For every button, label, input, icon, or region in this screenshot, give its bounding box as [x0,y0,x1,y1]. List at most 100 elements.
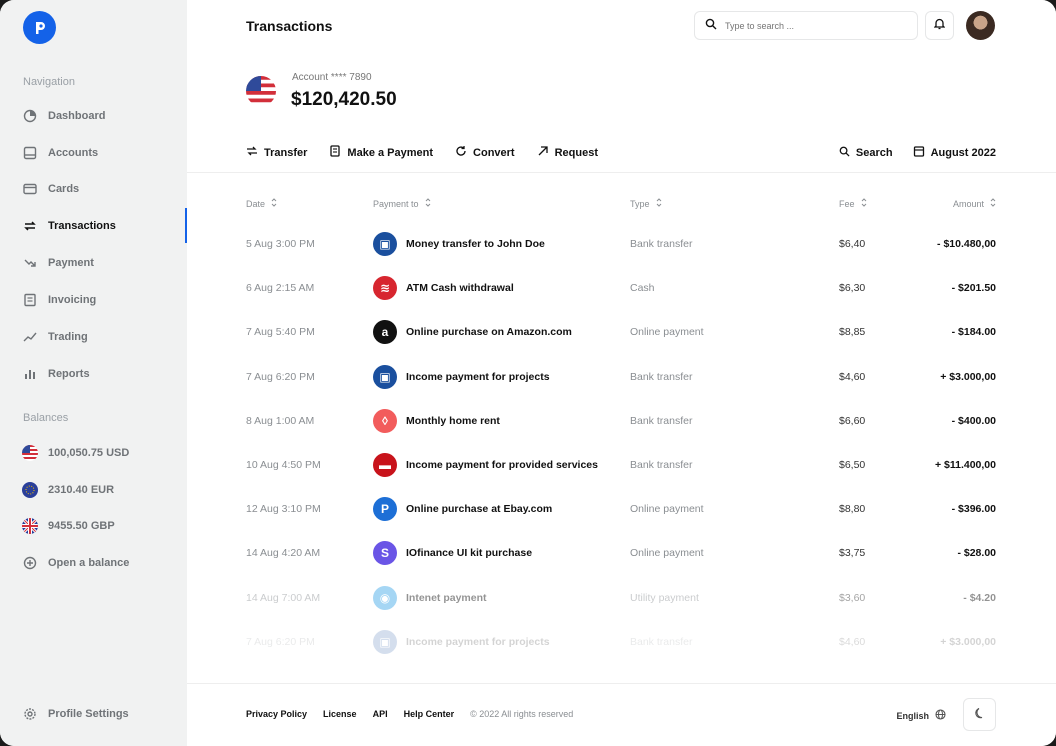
table-row[interactable]: 6 Aug 2:15 AM ≋ ATM Cash withdrawal Cash… [246,266,996,310]
row-payment-to: ≋ ATM Cash withdrawal [373,266,514,310]
row-fee: $4,60 [839,635,866,648]
balances-title: Balances [23,412,69,424]
payment-arrow-icon [22,255,38,271]
trading-chart-icon [22,329,38,345]
row-date: 8 Aug 1:00 AM [246,414,315,427]
row-type: Cash [630,282,655,295]
row-payee: IOfinance UI kit purchase [406,547,533,560]
table-search-button[interactable]: Search [839,145,893,160]
row-type: Bank transfer [630,635,693,648]
balance-usd[interactable]: 100,050.75 USD [22,443,129,463]
row-fee: $6,30 [839,282,866,295]
row-type: Online payment [630,326,704,339]
sidebar-item-invoicing[interactable]: Invoicing [22,290,96,310]
row-fee: $4,60 [839,370,866,383]
open-balance-button[interactable]: Open a balance [22,553,129,573]
make-payment-label: Make a Payment [347,146,434,159]
sidebar-item-trading[interactable]: Trading [22,327,88,347]
row-type: Bank transfer [630,414,693,427]
row-type: Utility payment [630,591,699,604]
bofa-icon: ≋ [373,276,397,301]
privacy-link[interactable]: Privacy Policy [246,709,307,719]
month-picker[interactable]: August 2022 [913,145,996,160]
sort-icon [271,198,277,209]
balance-label: 100,050.75 USD [48,447,130,459]
transfer-label: Transfer [264,146,308,159]
sidebar-item-accounts[interactable]: Accounts [22,143,98,163]
balance-eur[interactable]: 2310.40 EUR [22,480,114,500]
make-payment-button[interactable]: Make a Payment [329,145,433,160]
search-box[interactable] [694,11,918,40]
paypal-icon: P [373,497,397,522]
row-payment-to: ◊ Monthly home rent [373,399,500,443]
search-input[interactable] [725,20,895,31]
search-icon [705,17,717,35]
license-link[interactable]: License [323,709,357,719]
row-fee: $3,75 [839,547,866,560]
sidebar-item-label: Invoicing [48,294,97,306]
sidebar-item-label: Dashboard [48,110,106,122]
table-row[interactable]: 8 Aug 1:00 AM ◊ Monthly home rent Bank t… [246,399,996,443]
row-payment-to: P Online purchase at Ebay.com [373,487,552,531]
row-date: 10 Aug 4:50 PM [246,459,321,471]
column-header-fee[interactable]: Fee [839,198,867,209]
table-row[interactable]: 14 Aug 7:00 AM ◉ Intenet payment Utility… [246,576,996,620]
row-fee: $6,40 [839,238,866,250]
column-header-date[interactable]: Date [246,198,277,209]
column-header-amount[interactable]: Amount [953,198,996,209]
row-amount: + $3.000,00 [940,370,996,383]
refresh-icon [455,145,467,160]
gear-icon [22,706,38,722]
profile-settings-button[interactable]: Profile Settings [22,704,129,724]
table-row[interactable]: 12 Aug 3:10 PM P Online purchase at Ebay… [246,487,996,531]
language-selector[interactable]: English [896,709,946,722]
row-payee: Monthly home rent [406,414,500,427]
avatar[interactable] [966,11,995,40]
logo[interactable] [23,11,56,44]
sidebar-item-dashboard[interactable]: Dashboard [22,106,105,126]
sidebar-item-cards[interactable]: Cards [22,179,79,199]
balance-gbp[interactable]: 9455.50 GBP [22,516,115,536]
uk-flag-icon [22,518,38,534]
table-controls: Search August 2022 [839,145,996,160]
profile-settings-label: Profile Settings [48,708,129,720]
divider [187,683,1056,684]
convert-button[interactable]: Convert [455,145,515,160]
sidebar: Navigation Dashboard Accounts Cards Tran… [0,0,187,746]
request-button[interactable]: Request [537,145,598,160]
notifications-button[interactable] [925,11,954,40]
sidebar-item-payment[interactable]: Payment [22,253,94,273]
open-balance-label: Open a balance [48,557,130,569]
sort-icon [425,198,431,209]
theme-toggle-button[interactable] [963,698,996,731]
main-content: Transactions Account **** 7890 $120,420.… [187,0,1056,746]
row-amount: + $3.000,00 [940,635,996,648]
sidebar-item-label: Trading [48,331,88,343]
column-header-payment-to[interactable]: Payment to [373,198,431,209]
table-row[interactable]: 7 Aug 5:40 PM a Online purchase on Amazo… [246,310,996,354]
column-label: Type [630,198,650,209]
table-row[interactable]: 14 Aug 4:20 AM S IOfinance UI kit purcha… [246,531,996,575]
transfer-button[interactable]: Transfer [246,145,307,160]
column-label: Date [246,198,266,209]
row-amount: - $396.00 [951,503,996,516]
row-amount: - $4.20 [963,591,996,604]
divider [187,172,1056,173]
moon-icon [974,706,986,724]
stripe-icon: S [373,541,397,566]
help-center-link[interactable]: Help Center [404,709,455,719]
table-row[interactable]: 10 Aug 4:50 PM ▬ Income payment for prov… [246,443,996,487]
sort-icon [861,198,867,209]
receipt-icon [329,145,341,160]
row-payee: Income payment for provided services [406,459,598,471]
api-link[interactable]: API [373,709,388,719]
sidebar-item-transactions[interactable]: Transactions [22,216,116,236]
table-row[interactable]: 7 Aug 6:20 PM ▣ Income payment for proje… [246,620,996,664]
table-row[interactable]: 5 Aug 3:00 PM ▣ Money transfer to John D… [246,222,996,266]
chase-icon: ▣ [373,629,397,654]
column-header-type[interactable]: Type [630,198,662,209]
table-row[interactable]: 7 Aug 6:20 PM ▣ Income payment for proje… [246,355,996,399]
sidebar-item-reports[interactable]: Reports [22,364,90,384]
row-date: 6 Aug 2:15 AM [246,282,315,295]
column-label: Payment to [373,198,419,209]
